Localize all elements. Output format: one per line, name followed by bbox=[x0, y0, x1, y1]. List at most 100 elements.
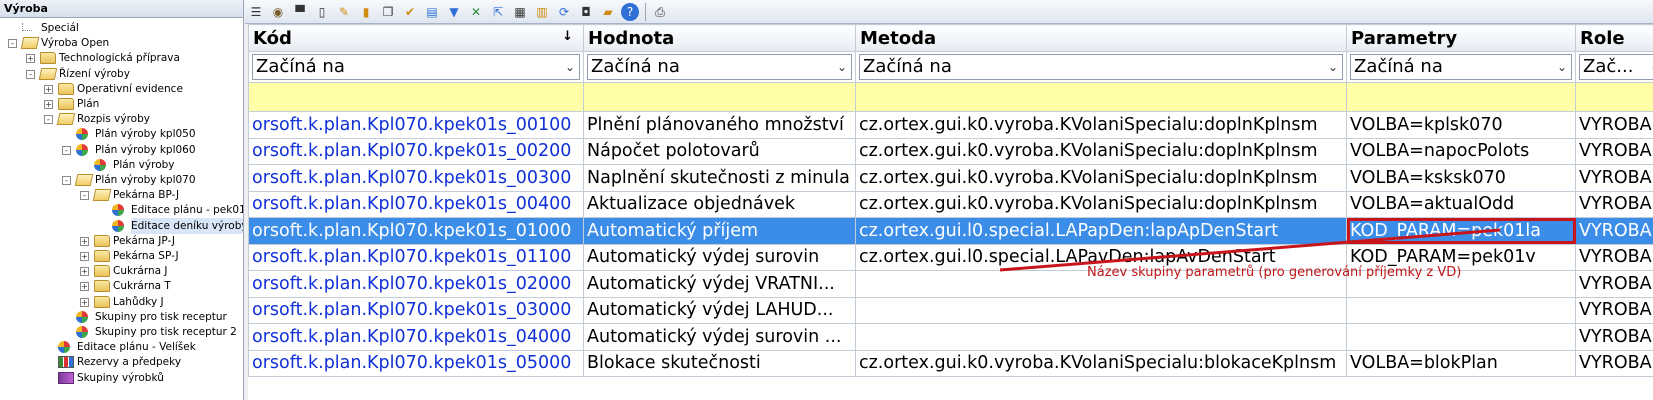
cell-parametry[interactable]: VOLBA=aktualOdd bbox=[1346, 190, 1576, 218]
excel-export-icon[interactable]: ✕ bbox=[467, 3, 485, 21]
cell-role[interactable]: VYROBA bbox=[1575, 243, 1653, 271]
column-header-role[interactable]: Role bbox=[1575, 24, 1653, 52]
table-row[interactable]: orsoft.k.plan.Kpl070.kpek01s_00200 Nápoče… bbox=[248, 137, 1653, 165]
cell-parametry[interactable]: VOLBA=napocPolots bbox=[1346, 137, 1576, 165]
tree-node[interactable]: Skupiny pro tisk receptur bbox=[0, 309, 243, 325]
expand-icon[interactable]: + bbox=[44, 100, 53, 109]
cell-hodnota[interactable]: Automatický výdej VRATNI... bbox=[583, 270, 856, 298]
refresh-icon[interactable]: ⟳ bbox=[555, 3, 573, 21]
cell-kod[interactable]: orsoft.k.plan.Kpl070.kpek01s_01100 bbox=[248, 243, 584, 271]
edit-document-icon[interactable]: ✎ bbox=[335, 3, 353, 21]
cell-role[interactable]: VYROBA bbox=[1575, 323, 1653, 351]
tree-node[interactable]: Plán výroby bbox=[0, 157, 243, 173]
tree-node[interactable]: + Pekárna JP-J bbox=[0, 233, 243, 249]
tree-node[interactable]: Plán výroby kpl050 bbox=[0, 126, 243, 142]
new-cell[interactable] bbox=[1575, 82, 1653, 112]
expand-icon[interactable]: + bbox=[80, 282, 89, 292]
filter-parametry[interactable]: Začíná na ⌄ bbox=[1350, 54, 1572, 80]
column-header-parametry[interactable]: Parametry bbox=[1346, 24, 1576, 52]
tree-node[interactable]: + Operativní evidence bbox=[0, 81, 243, 97]
cell-metoda[interactable]: cz.ortex.gui.l0.special.LAPapDen:lapApDe… bbox=[855, 217, 1347, 245]
delete-bin-icon[interactable]: ▮ bbox=[357, 3, 375, 21]
tree-node[interactable]: + Plán bbox=[0, 96, 243, 112]
cell-role[interactable]: VYROBA bbox=[1575, 190, 1653, 218]
tree-node[interactable]: Rezervy a předpeky bbox=[0, 354, 243, 370]
filter-role[interactable]: Zač...⌄ bbox=[1579, 54, 1653, 80]
cell-role[interactable]: VYROBA bbox=[1575, 111, 1653, 139]
cell-role[interactable]: VYROBA bbox=[1575, 217, 1653, 245]
filter-metoda[interactable]: Začíná na ⌄ bbox=[859, 54, 1343, 80]
tree-node[interactable]: - Řízení výroby bbox=[0, 66, 243, 82]
tree-node[interactable]: - Výroba Open bbox=[0, 35, 243, 51]
cell-metoda[interactable]: cz.ortex.gui.k0.vyroba.KVolaniSpecialu:b… bbox=[855, 349, 1347, 377]
collapse-icon[interactable]: - bbox=[8, 39, 17, 49]
print-preview-icon[interactable]: ▦ bbox=[511, 3, 529, 21]
table-row[interactable]: orsoft.k.plan.Kpl070.kpek01s_03000 Automa… bbox=[248, 296, 1653, 324]
cell-hodnota[interactable]: Aktualizace objednávek bbox=[583, 190, 856, 218]
list-view-icon[interactable]: ☰ bbox=[247, 3, 265, 21]
cell-kod[interactable]: orsoft.k.plan.Kpl070.kpek01s_00200 bbox=[248, 137, 584, 165]
column-header-metoda[interactable]: Metoda bbox=[855, 24, 1347, 52]
eraser-icon[interactable]: ▰ bbox=[599, 3, 617, 21]
cell-role[interactable]: VYROBA bbox=[1575, 296, 1653, 324]
help-icon[interactable]: ? bbox=[621, 3, 639, 21]
tree-node[interactable]: Editace deníku výroby bbox=[0, 217, 243, 234]
cell-kod[interactable]: orsoft.k.plan.Kpl070.kpek01s_01000 bbox=[248, 217, 584, 245]
cell-metoda[interactable]: cz.ortex.gui.k0.vyroba.KVolaniSpecialu:d… bbox=[855, 164, 1347, 192]
tree-node[interactable]: Editace plánu - pek01 bbox=[0, 202, 243, 218]
table-row[interactable]: orsoft.k.plan.Kpl070.kpek01s_01000 Automa… bbox=[248, 217, 1653, 245]
cell-parametry[interactable]: VOLBA=ksksk070 bbox=[1346, 164, 1576, 192]
new-cell[interactable] bbox=[855, 82, 1347, 112]
confirm-check-icon[interactable]: ✔ bbox=[401, 3, 419, 21]
filter-kod[interactable]: Začíná na ⌄ bbox=[252, 54, 580, 80]
cell-hodnota[interactable]: Automatický výdej surovin bbox=[583, 243, 856, 271]
camera-icon[interactable]: ◘ bbox=[577, 3, 595, 21]
collapse-icon[interactable]: - bbox=[26, 69, 35, 79]
filter-hodnota[interactable]: Začíná na ⌄ bbox=[587, 54, 852, 80]
cell-hodnota[interactable]: Plnění plánovaného množství bbox=[583, 111, 856, 139]
view-eye-icon[interactable]: ◉ bbox=[269, 3, 287, 21]
tree-node[interactable]: + Technologická příprava bbox=[0, 50, 243, 66]
tree-node[interactable]: - Pekárna BP-J bbox=[0, 187, 243, 203]
tree-node[interactable]: Skupiny výrobků bbox=[0, 370, 243, 386]
expand-icon[interactable]: + bbox=[44, 84, 53, 94]
new-record-row[interactable] bbox=[248, 82, 1653, 112]
tree-node[interactable]: Editace plánu - Velíšek bbox=[0, 339, 243, 355]
copy-document-icon[interactable]: ❐ bbox=[379, 3, 397, 21]
table-row[interactable]: orsoft.k.plan.Kpl070.kpek01s_00100 Plnění… bbox=[248, 111, 1653, 139]
cell-parametry[interactable]: KOD_PARAM=pek01la bbox=[1346, 217, 1576, 245]
tree-node[interactable]: + Pekárna SP-J bbox=[0, 248, 243, 264]
tree-node[interactable]: + Cukrárna J bbox=[0, 263, 243, 279]
expand-icon[interactable]: + bbox=[80, 236, 89, 246]
tree-node[interactable]: + Lahůdky J bbox=[0, 294, 243, 310]
cell-hodnota[interactable]: Automatický příjem bbox=[583, 217, 856, 245]
cell-metoda[interactable]: cz.ortex.gui.k0.vyroba.KVolaniSpecialu:d… bbox=[855, 190, 1347, 218]
collapse-icon[interactable]: - bbox=[44, 115, 53, 125]
tree-node[interactable]: - Plán výroby kpl060 bbox=[0, 142, 243, 158]
expand-icon[interactable]: + bbox=[26, 54, 35, 64]
table-row[interactable]: orsoft.k.plan.Kpl070.kpek01s_00400 Aktual… bbox=[248, 190, 1653, 218]
cell-parametry[interactable] bbox=[1346, 296, 1576, 324]
cell-parametry[interactable] bbox=[1346, 323, 1576, 351]
cell-kod[interactable]: orsoft.k.plan.Kpl070.kpek01s_03000 bbox=[248, 296, 584, 324]
navigation-tree[interactable]: Výroba Speciál - Výroba Open + Technologická… bbox=[0, 0, 244, 400]
cell-role[interactable]: VYROBA bbox=[1575, 270, 1653, 298]
open-external-icon[interactable]: ⇱ bbox=[489, 3, 507, 21]
cell-parametry[interactable]: VOLBA=kplsk070 bbox=[1346, 111, 1576, 139]
expand-icon[interactable]: + bbox=[80, 267, 89, 277]
new-cell[interactable] bbox=[583, 82, 856, 112]
cell-metoda[interactable]: cz.ortex.gui.k0.vyroba.KVolaniSpecialu:d… bbox=[855, 137, 1347, 165]
column-header-kod[interactable]: Kód ↓ bbox=[248, 24, 584, 52]
cell-metoda[interactable]: cz.ortex.gui.k0.vyroba.KVolaniSpecialu:d… bbox=[855, 111, 1347, 139]
cell-kod[interactable]: orsoft.k.plan.Kpl070.kpek01s_00100 bbox=[248, 111, 584, 139]
form-grid-icon[interactable]: ▥ bbox=[533, 3, 551, 21]
cell-hodnota[interactable]: Blokace skutečnosti bbox=[583, 349, 856, 377]
cell-hodnota[interactable]: Automatický výdej surovin ... bbox=[583, 323, 856, 351]
cell-metoda[interactable] bbox=[855, 323, 1347, 351]
cell-parametry[interactable]: VOLBA=blokPlan bbox=[1346, 349, 1576, 377]
expand-icon[interactable]: + bbox=[80, 252, 89, 261]
tree-node[interactable]: - Plán výroby kpl070 bbox=[0, 172, 243, 188]
cell-hodnota[interactable]: Nápočet polotovarů bbox=[583, 137, 856, 165]
new-document-icon[interactable]: ▯ bbox=[313, 3, 331, 21]
cell-kod[interactable]: orsoft.k.plan.Kpl070.kpek01s_02000 bbox=[248, 270, 584, 298]
